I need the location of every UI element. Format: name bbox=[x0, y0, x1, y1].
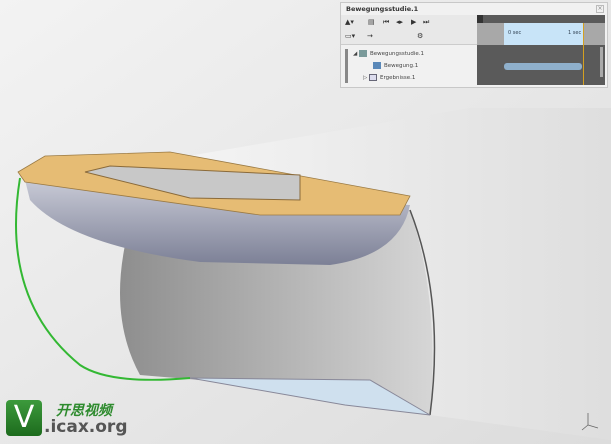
expander-icon: ◢ bbox=[353, 51, 358, 57]
results-icon bbox=[368, 74, 377, 81]
tree-label: Ergebnisse.1 bbox=[379, 75, 416, 81]
timeline[interactable]: 0 sec 1 sec bbox=[477, 15, 605, 85]
study-icon bbox=[358, 50, 367, 57]
end-time-label: 1 sec bbox=[568, 30, 582, 36]
timeline-corner bbox=[477, 15, 483, 23]
rewind-button[interactable]: ⏮ bbox=[383, 18, 389, 27]
scrollbar[interactable] bbox=[600, 47, 603, 77]
toolbar: ▲▾ ▤ ⏮ ◂▸ ▶ ⏭ ▭▾ → ⚙ bbox=[341, 15, 477, 45]
tree-item-motion[interactable]: Bewegung.1 bbox=[373, 62, 418, 69]
motion-icon bbox=[373, 62, 381, 69]
tree-label: Bewegungsstudie.1 bbox=[369, 51, 425, 57]
tree-bar bbox=[345, 49, 348, 83]
tree-item-study[interactable]: ◢ Bewegungsstudie.1 bbox=[353, 50, 424, 57]
motion-study-panel: Bewegungsstudie.1 × ▲▾ ▤ ⏮ ◂▸ ▶ ⏭ ▭▾ → ⚙… bbox=[340, 2, 608, 88]
view-icon[interactable]: ▭▾ bbox=[345, 32, 355, 40]
time-cursor[interactable] bbox=[583, 23, 584, 85]
panel-title: Bewegungsstudie.1 bbox=[346, 5, 419, 13]
motion-bar[interactable] bbox=[504, 63, 582, 70]
calendar-icon[interactable]: ▤ bbox=[368, 18, 375, 26]
tree-item-results[interactable]: ▷ Ergebnisse.1 bbox=[363, 74, 415, 81]
watermark-logo: V bbox=[6, 400, 42, 436]
study-icon[interactable]: ▲▾ bbox=[345, 18, 354, 26]
watermark-domain: .icax.org bbox=[44, 417, 128, 437]
step-button[interactable]: ◂▸ bbox=[396, 18, 403, 26]
expander-icon: ▷ bbox=[363, 75, 368, 81]
gear-icon[interactable]: ⚙ bbox=[417, 32, 423, 40]
arrow-button[interactable]: → bbox=[367, 32, 373, 40]
start-time-label: 0 sec bbox=[508, 30, 522, 36]
play-button[interactable]: ▶ bbox=[411, 18, 416, 26]
close-button[interactable]: × bbox=[596, 5, 604, 13]
tree-label: Bewegung.1 bbox=[384, 63, 419, 69]
end-button[interactable]: ⏭ bbox=[423, 18, 429, 27]
